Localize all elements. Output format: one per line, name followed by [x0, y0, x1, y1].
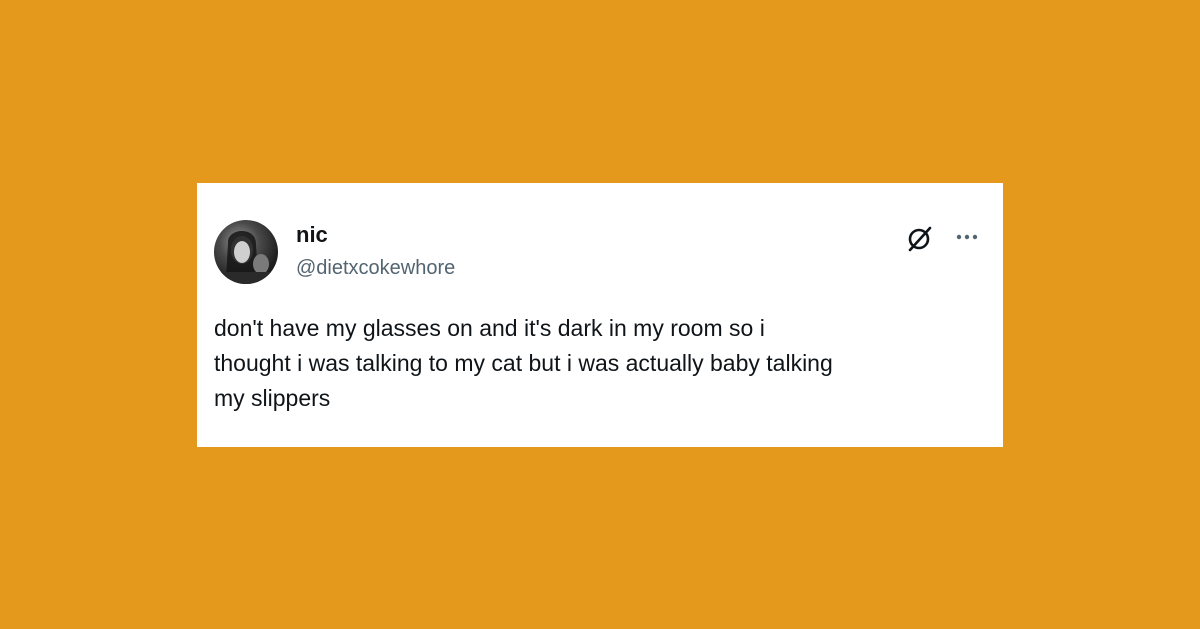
avatar-image	[214, 231, 278, 284]
user-handle[interactable]: @dietxcokewhore	[296, 256, 455, 280]
grok-icon[interactable]	[905, 223, 935, 253]
more-options-icon[interactable]	[954, 227, 980, 247]
tweet-text: don't have my glasses on and it's dark i…	[214, 315, 833, 411]
avatar[interactable]	[214, 220, 278, 284]
tweet-card: nic @dietxcokewhore don't have my glasse…	[197, 183, 1003, 447]
display-name[interactable]: nic	[296, 222, 328, 248]
